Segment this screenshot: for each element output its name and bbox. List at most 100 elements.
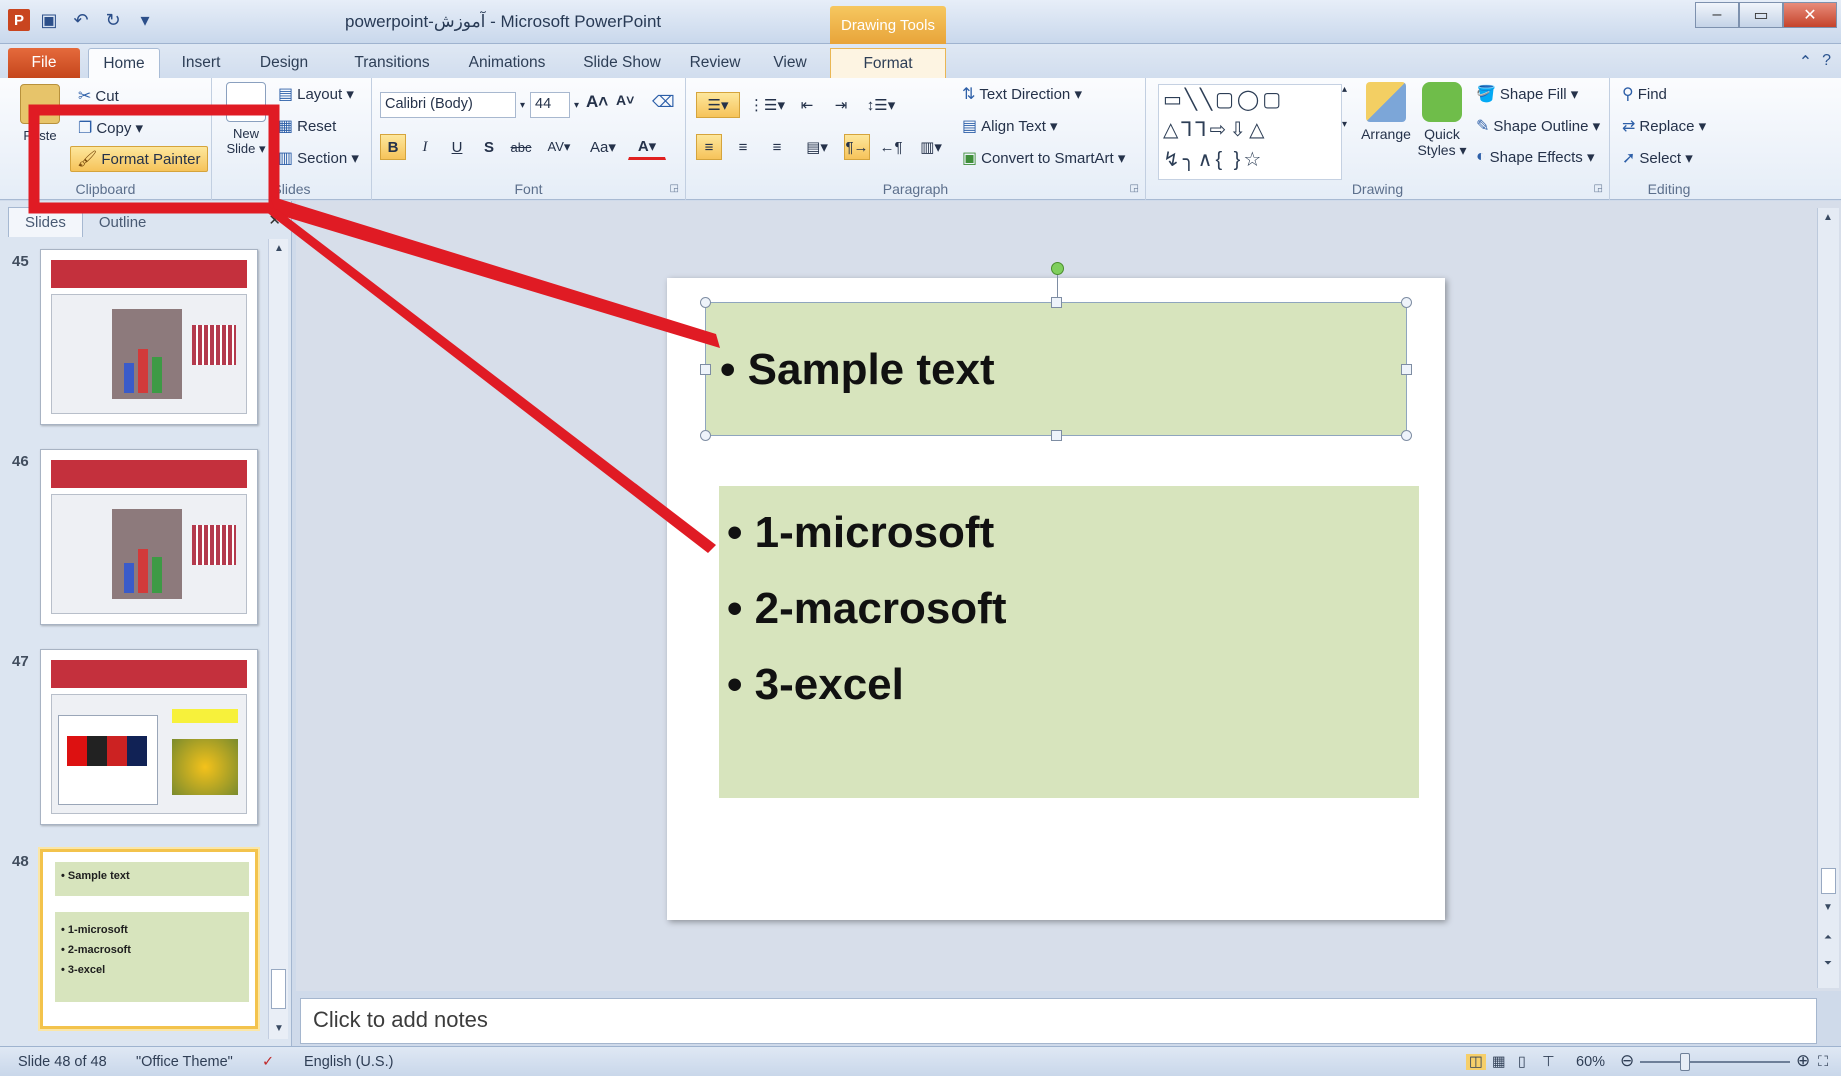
tab-slides[interactable]: Slides	[8, 207, 83, 237]
redo-icon[interactable]: ↻	[100, 8, 126, 32]
ltr-direction-icon[interactable]: ¶→	[844, 134, 870, 160]
title-placeholder[interactable]: • Sample text	[700, 297, 1412, 441]
language-indicator[interactable]: English (U.S.)	[304, 1054, 393, 1070]
find-button[interactable]: ⚲ Find	[1622, 84, 1667, 104]
slide-thumbnail-48[interactable]: • Sample text • 1-microsoft • 2-macrosof…	[40, 849, 258, 1029]
tab-animations[interactable]: Animations	[452, 48, 562, 78]
resize-handle[interactable]	[1401, 297, 1412, 308]
arrange-button[interactable]: Arrange	[1358, 82, 1414, 142]
cut-button[interactable]: ✂ Cut	[78, 86, 119, 106]
slide-thumbnail-46[interactable]	[40, 449, 258, 625]
align-left-icon[interactable]: ≡	[696, 134, 722, 160]
slide-show-view-icon[interactable]: ⊤	[1542, 1054, 1555, 1070]
reading-view-icon[interactable]: ▯	[1518, 1054, 1526, 1070]
notes-pane[interactable]: Click to add notes	[300, 998, 1817, 1044]
zoom-slider[interactable]	[1640, 1061, 1790, 1063]
ribbon-collapse-icon[interactable]: ⌃	[1799, 52, 1812, 72]
justify-icon[interactable]: ▤▾	[798, 134, 836, 160]
shape-fill-button[interactable]: 🪣 Shape Fill ▾	[1476, 84, 1578, 104]
italic-button[interactable]: I	[412, 134, 438, 160]
slide-thumbnail-47[interactable]	[40, 649, 258, 825]
underline-button[interactable]: U	[444, 134, 470, 160]
spell-check-icon[interactable]: ✓	[262, 1054, 274, 1070]
columns-icon[interactable]: ▥▾	[912, 134, 950, 160]
tab-review[interactable]: Review	[682, 48, 748, 78]
editing-area-scrollbar[interactable]: ▲ ▼ ⏶ ⏷	[1817, 208, 1839, 988]
zoom-in-icon[interactable]: ⊕	[1796, 1051, 1810, 1071]
scroll-thumb[interactable]	[1821, 868, 1836, 894]
font-size-combo[interactable]: 44 ▾	[530, 92, 579, 118]
quick-styles-button[interactable]: Quick Styles ▾	[1414, 82, 1470, 159]
shapes-gallery[interactable]: ▭╲╲▢◯▢ △⅂⅂⇨⇩△ ↯╮∧{ }☆	[1158, 84, 1342, 180]
resize-handle[interactable]	[700, 297, 711, 308]
close-pane-icon[interactable]: ✕	[268, 211, 281, 229]
fit-to-window-icon[interactable]: ⛶	[1818, 1054, 1828, 1070]
content-placeholder[interactable]: • 1-microsoft • 2-macrosoft • 3-excel	[719, 486, 1419, 798]
shrink-font-button[interactable]: A˅	[616, 92, 634, 108]
minimize-button[interactable]: –	[1695, 2, 1739, 28]
tab-transitions[interactable]: Transitions	[336, 48, 448, 78]
zoom-slider-thumb[interactable]	[1680, 1053, 1690, 1071]
character-spacing-button[interactable]: AV▾	[540, 134, 578, 160]
tab-slide-show[interactable]: Slide Show	[566, 48, 678, 78]
tab-outline[interactable]: Outline	[83, 208, 163, 237]
slide-canvas[interactable]: • Sample text • 1-microsoft • 2-macrosof…	[667, 262, 1445, 920]
section-button[interactable]: ▥ Section ▾	[278, 148, 359, 168]
help-icon[interactable]: ?	[1822, 52, 1831, 72]
paste-button[interactable]: Paste	[14, 84, 66, 143]
customize-qat-icon[interactable]: ▾	[132, 8, 158, 32]
close-button[interactable]: ✕	[1783, 2, 1837, 28]
shapes-gallery-scroll[interactable]: ▴ ▾	[1342, 84, 1347, 130]
resize-handle[interactable]	[700, 430, 711, 441]
font-color-button[interactable]: A▾	[628, 134, 666, 160]
resize-handle[interactable]	[1401, 364, 1412, 375]
replace-button[interactable]: ⇄ Replace ▾	[1622, 116, 1706, 136]
format-painter-button[interactable]: 🖌 Format Painter	[70, 146, 208, 172]
tab-view[interactable]: View	[760, 48, 820, 78]
slides-pane-scrollbar[interactable]: ▲ ▼	[268, 239, 288, 1039]
resize-handle[interactable]	[1051, 430, 1062, 441]
line-spacing-icon[interactable]: ↕☰▾	[862, 92, 900, 118]
numbering-icon[interactable]: ⋮☰▾	[748, 92, 786, 118]
theme-name[interactable]: "Office Theme"	[136, 1054, 233, 1070]
resize-handle[interactable]	[1401, 430, 1412, 441]
align-center-icon[interactable]: ≡	[730, 134, 756, 160]
tab-design[interactable]: Design	[247, 48, 321, 78]
shape-effects-button[interactable]: ◐ Shape Effects ▾	[1476, 148, 1595, 166]
layout-button[interactable]: ▤ Layout ▾	[278, 84, 354, 104]
new-slide-button[interactable]: New Slide ▾	[222, 82, 270, 157]
slide-thumbnail-45[interactable]	[40, 249, 258, 425]
reset-button[interactable]: ▦ Reset	[278, 116, 336, 136]
save-icon[interactable]: ▣	[36, 8, 62, 32]
strikethrough-button[interactable]: abc	[508, 134, 534, 160]
align-text-button[interactable]: ▤ Align Text ▾	[962, 116, 1058, 136]
undo-icon[interactable]: ↶	[68, 8, 94, 32]
resize-handle[interactable]	[1051, 297, 1062, 308]
next-slide-icon[interactable]: ⏷	[1818, 954, 1838, 974]
change-case-button[interactable]: Aa▾	[584, 134, 622, 160]
zoom-level[interactable]: 60%	[1576, 1054, 1605, 1070]
tab-file[interactable]: File	[8, 48, 80, 78]
paragraph-dialog-launcher-icon[interactable]: ◲	[1130, 183, 1139, 194]
convert-to-smartart-button[interactable]: ▣ Convert to SmartArt ▾	[962, 148, 1125, 168]
rtl-direction-icon[interactable]: ←¶	[878, 134, 904, 160]
decrease-indent-icon[interactable]: ⇤	[794, 92, 820, 118]
scroll-up-icon[interactable]: ▲	[1818, 208, 1838, 228]
normal-view-icon[interactable]: ◫	[1466, 1054, 1486, 1070]
restore-button[interactable]: ▭	[1739, 2, 1783, 28]
font-dialog-launcher-icon[interactable]: ◲	[670, 183, 679, 194]
shape-outline-button[interactable]: ✎ Shape Outline ▾	[1476, 116, 1600, 136]
bullet-item[interactable]: • 1-microsoft	[727, 496, 1419, 572]
grow-font-button[interactable]: A˄	[586, 92, 608, 112]
scroll-up-icon[interactable]: ▲	[269, 239, 289, 259]
tab-home[interactable]: Home	[88, 48, 160, 78]
copy-button[interactable]: ❐ Copy ▾	[78, 118, 143, 138]
rotate-handle[interactable]	[1051, 262, 1064, 275]
bullets-icon[interactable]: ☰▾	[696, 92, 740, 118]
bullet-item[interactable]: • 2-macrosoft	[727, 572, 1419, 648]
bullet-item[interactable]: • 3-excel	[727, 648, 1419, 724]
scroll-thumb[interactable]	[271, 969, 286, 1009]
increase-indent-icon[interactable]: ⇥	[828, 92, 854, 118]
drawing-dialog-launcher-icon[interactable]: ◲	[1594, 183, 1603, 194]
tab-insert[interactable]: Insert	[168, 48, 234, 78]
